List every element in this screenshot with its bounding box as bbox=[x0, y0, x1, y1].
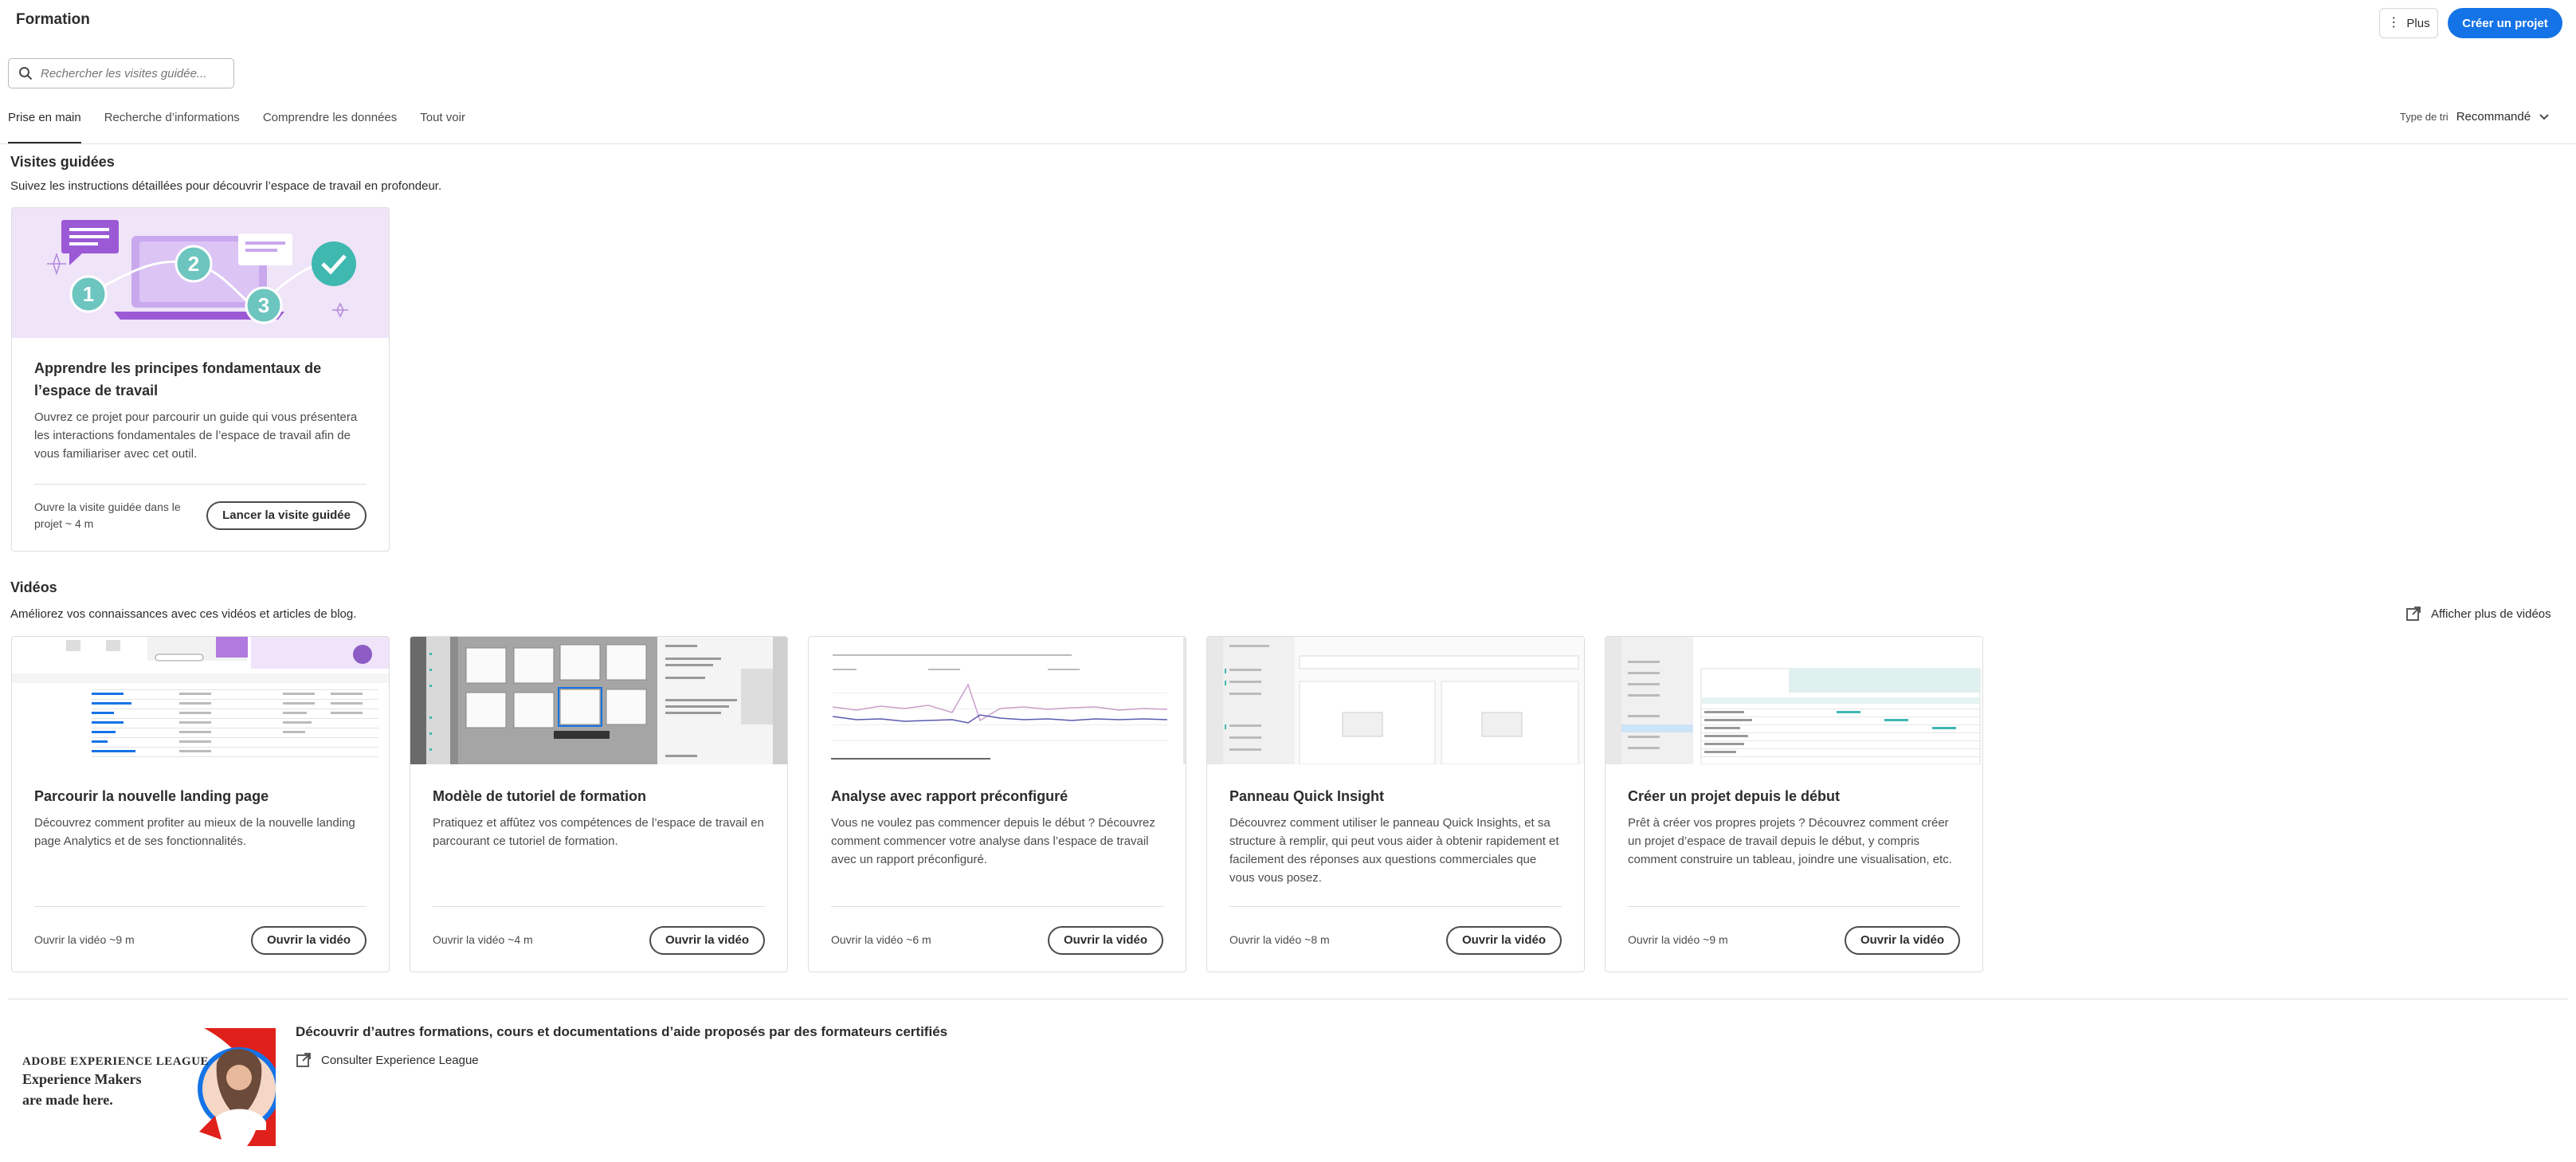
sort-label: Type de tri bbox=[2400, 111, 2449, 123]
banner-line-2: are made here. bbox=[22, 1092, 113, 1108]
experience-league-link-label: Consulter Experience League bbox=[321, 1053, 479, 1067]
laptop-illustration: 1 2 3 bbox=[47, 220, 356, 324]
guided-tour-card-footer: Ouvre la visite guidée dans le projet ~ … bbox=[34, 484, 367, 551]
guided-tours-description: Suivez les instructions détaillées pour … bbox=[10, 179, 442, 193]
search-box[interactable] bbox=[8, 58, 234, 88]
tab-see-all[interactable]: Tout voir bbox=[420, 109, 465, 144]
tab-divider bbox=[0, 143, 2576, 144]
tab-getting-started[interactable]: Prise en main bbox=[8, 109, 81, 144]
experience-league-banner[interactable]: ADOBE EXPERIENCE LEAGUE Experience Maker… bbox=[8, 1028, 276, 1146]
chevron-down-icon bbox=[2539, 113, 2549, 120]
video-card-footer: Ouvrir la vidéo ~8 m Ouvrir la vidéo bbox=[1229, 906, 1562, 972]
step-1-number: 1 bbox=[83, 282, 94, 306]
tutorial-template-screenshot bbox=[410, 637, 787, 764]
video-card: Panneau Quick Insight Découvrez comment … bbox=[1206, 636, 1585, 972]
search-icon bbox=[19, 67, 33, 80]
videos-title: Vidéos bbox=[10, 579, 57, 595]
video-duration: Ouvrir la vidéo ~6 m bbox=[831, 933, 931, 946]
show-more-videos-link[interactable]: Afficher plus de vidéos bbox=[2405, 606, 2551, 622]
launch-guided-tour-button[interactable]: Lancer la visite guidée bbox=[206, 501, 367, 530]
external-link-icon bbox=[2406, 607, 2421, 621]
video-thumbnail-tutorial-template[interactable] bbox=[410, 637, 787, 764]
step-3-number: 3 bbox=[258, 293, 269, 317]
show-more-videos-label: Afficher plus de vidéos bbox=[2431, 607, 2551, 621]
guided-tour-card: 1 2 3 Apprendre les principes fondamenta… bbox=[11, 207, 390, 552]
video-card: Analyse avec rapport préconfiguré Vous n… bbox=[808, 636, 1186, 972]
video-card-title: Analyse avec rapport préconfiguré bbox=[831, 788, 1068, 804]
video-thumbnail-quick-insight[interactable] bbox=[1207, 637, 1584, 764]
guided-tour-card-title: Apprendre les principes fondamentaux de … bbox=[34, 360, 322, 398]
video-card-footer: Ouvrir la vidéo ~9 m Ouvrir la vidéo bbox=[1628, 906, 1960, 972]
banner-line-1: Experience Makers bbox=[22, 1071, 142, 1087]
guided-tours-title: Visites guidées bbox=[10, 154, 115, 170]
more-button-label: Plus bbox=[2406, 16, 2430, 30]
banner-brand: ADOBE EXPERIENCE LEAGUE bbox=[22, 1055, 210, 1068]
video-card-description: Découvrez comment utiliser le panneau Qu… bbox=[1229, 816, 1559, 885]
video-card-title: Parcourir la nouvelle landing page bbox=[34, 788, 269, 804]
video-duration: Ouvrir la vidéo ~9 m bbox=[34, 933, 135, 946]
open-video-button[interactable]: Ouvrir la vidéo bbox=[250, 925, 367, 955]
guided-tour-meta: Ouvre la visite guidée dans le projet ~ … bbox=[34, 499, 181, 532]
video-thumbnail-preconfigured-report[interactable] bbox=[809, 637, 1186, 764]
video-thumbnail-create-project[interactable] bbox=[1606, 637, 1982, 764]
preconfigured-report-screenshot bbox=[809, 637, 1186, 764]
open-video-button[interactable]: Ouvrir la vidéo bbox=[1445, 925, 1562, 955]
video-card-description: Découvrez comment profiter au mieux de l… bbox=[34, 816, 355, 848]
video-card-description: Prêt à créer vos propres projets ? Décou… bbox=[1628, 816, 1952, 866]
video-card: Parcourir la nouvelle landing page Décou… bbox=[11, 636, 390, 972]
quick-insight-screenshot bbox=[1207, 637, 1584, 764]
experience-league-link[interactable]: Consulter Experience League bbox=[296, 1052, 479, 1068]
tab-find-information[interactable]: Recherche d’informations bbox=[104, 109, 240, 144]
more-button[interactable]: ⋮ Plus bbox=[2379, 8, 2438, 38]
videos-description: Améliorez vos connaissances avec ces vid… bbox=[10, 607, 357, 621]
landing-page-screenshot bbox=[12, 637, 389, 764]
video-card: Modèle de tutoriel de formation Pratique… bbox=[410, 636, 788, 972]
video-duration: Ouvrir la vidéo ~9 m bbox=[1628, 933, 1728, 946]
video-thumbnail-landing-page[interactable] bbox=[12, 637, 389, 764]
guided-tour-illustration: 1 2 3 bbox=[12, 208, 389, 338]
video-card-footer: Ouvrir la vidéo ~9 m Ouvrir la vidéo bbox=[34, 906, 367, 972]
video-card-description: Vous ne voulez pas commencer depuis le d… bbox=[831, 816, 1155, 866]
experience-league-title: Découvrir d’autres formations, cours et … bbox=[296, 1024, 948, 1039]
sort-picker[interactable]: Type de tri Recommandé bbox=[2400, 110, 2550, 124]
open-video-button[interactable]: Ouvrir la vidéo bbox=[1844, 925, 1960, 955]
sort-value[interactable]: Recommandé bbox=[2456, 110, 2531, 124]
video-card-title: Modèle de tutoriel de formation bbox=[433, 788, 647, 804]
video-card-footer: Ouvrir la vidéo ~6 m Ouvrir la vidéo bbox=[831, 906, 1163, 972]
create-project-screenshot bbox=[1606, 637, 1982, 764]
tab-bar: Prise en main Recherche d’informations C… bbox=[8, 109, 465, 144]
tab-understand-data[interactable]: Comprendre les données bbox=[263, 109, 397, 144]
guided-tour-meta-line-2: projet ~ 4 m bbox=[34, 516, 94, 530]
step-2-number: 2 bbox=[188, 252, 199, 276]
video-card-footer: Ouvrir la vidéo ~4 m Ouvrir la vidéo bbox=[433, 906, 765, 972]
search-input[interactable] bbox=[41, 66, 216, 80]
video-duration: Ouvrir la vidéo ~4 m bbox=[433, 933, 533, 946]
page-title: Formation bbox=[16, 11, 90, 28]
open-video-button[interactable]: Ouvrir la vidéo bbox=[1047, 925, 1163, 955]
more-vertical-icon: ⋮ bbox=[2387, 16, 2401, 29]
open-video-button[interactable]: Ouvrir la vidéo bbox=[649, 925, 765, 955]
video-card-description: Pratiquez et affûtez vos compétences de … bbox=[433, 816, 764, 848]
video-duration: Ouvrir la vidéo ~8 m bbox=[1229, 933, 1330, 946]
guided-tour-card-description: Ouvrez ce projet pour parcourir un guide… bbox=[34, 410, 358, 461]
video-card-title: Panneau Quick Insight bbox=[1229, 788, 1385, 804]
video-card: Créer un projet depuis le début Prêt à c… bbox=[1605, 636, 1983, 972]
create-project-button[interactable]: Créer un projet bbox=[2448, 8, 2562, 38]
guided-tour-meta-line-1: Ouvre la visite guidée dans le bbox=[34, 500, 181, 513]
external-link-icon bbox=[296, 1053, 311, 1067]
video-card-title: Créer un projet depuis le début bbox=[1628, 788, 1841, 804]
